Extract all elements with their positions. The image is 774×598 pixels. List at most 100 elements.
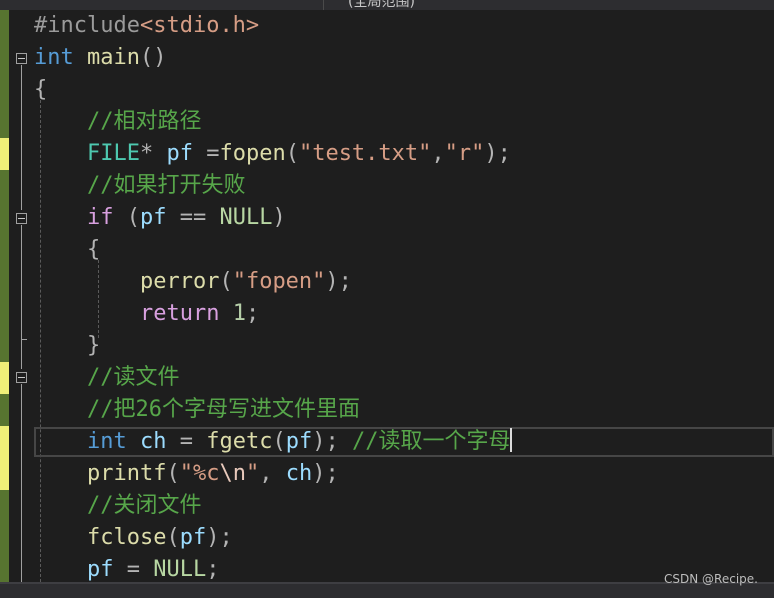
code-line-3[interactable]: { <box>34 74 774 106</box>
change-indicator-saved <box>0 170 9 362</box>
code-line-14[interactable]: int ch = fgetc(pf); //读取一个字母 <box>34 426 774 458</box>
code-token: ch <box>139 429 167 454</box>
scope-dropdown[interactable]: (全局范围) <box>348 0 415 10</box>
code-token: fopen <box>219 141 286 166</box>
code-token: ( <box>166 461 180 486</box>
code-token: perror <box>139 269 220 294</box>
code-token: ); <box>325 269 352 294</box>
code-line-16[interactable]: //关闭文件 <box>34 490 774 522</box>
code-string: "fopen" <box>232 269 326 294</box>
code-token: , <box>259 461 286 486</box>
code-line-13[interactable]: //把26个字母写进文件里面 <box>34 394 774 426</box>
code-line-1[interactable]: #include<stdio.h> <box>34 10 774 42</box>
code-comment: //关闭文件 <box>86 493 202 518</box>
code-token: * <box>139 141 167 166</box>
code-token: = <box>113 557 154 582</box>
code-line-6[interactable]: //如果打开失败 <box>34 170 774 202</box>
code-token: NULL <box>153 557 207 582</box>
collapse-comment-icon[interactable] <box>16 372 27 383</box>
scrollbar-track[interactable] <box>0 582 774 584</box>
code-token: ); <box>484 141 511 166</box>
code-line-8[interactable]: { <box>34 234 774 266</box>
code-token: if <box>86 205 114 230</box>
code-string: "test.txt" <box>298 141 432 166</box>
code-token: <stdio.h> <box>139 13 260 38</box>
code-token: = <box>166 429 207 454</box>
code-line-10[interactable]: return 1; <box>34 298 774 330</box>
code-token: ); <box>312 429 339 454</box>
watermark: CSDN @Recipe. <box>664 572 758 586</box>
code-token: { <box>86 237 101 262</box>
code-token: ( <box>166 525 180 550</box>
change-indicator-saved <box>0 394 9 426</box>
code-token: int <box>34 45 74 70</box>
change-indicator-unsaved <box>0 138 9 170</box>
code-line-5[interactable]: FILE* pf =fopen("test.txt","r"); <box>34 138 774 170</box>
code-token: pf <box>285 429 313 454</box>
code-string: "r" <box>444 141 485 166</box>
code-token: , <box>431 141 445 166</box>
code-line-2[interactable]: int main() <box>34 42 774 74</box>
code-token: ( <box>272 429 286 454</box>
text-caret <box>510 428 513 452</box>
code-token: () <box>139 45 167 70</box>
code-comment: //读取一个字母 <box>351 429 511 454</box>
code-string: " <box>245 461 260 486</box>
code-token: ); <box>312 461 339 486</box>
outline-line <box>21 384 22 582</box>
code-line-17[interactable]: fclose(pf); <box>34 522 774 554</box>
code-line-15[interactable]: printf("%c\n", ch); <box>34 458 774 490</box>
code-string: "%c <box>179 461 220 486</box>
code-token: FILE <box>86 141 140 166</box>
code-line-11[interactable]: } <box>34 330 774 362</box>
code-token: pf <box>139 205 167 230</box>
code-token: NULL <box>219 205 273 230</box>
code-line-7[interactable]: if (pf == NULL) <box>34 202 774 234</box>
collapse-if-icon[interactable] <box>16 213 27 224</box>
code-comment: //如果打开失败 <box>86 173 246 198</box>
code-token: pf <box>166 141 193 166</box>
code-token: ; <box>245 301 260 326</box>
code-token: == <box>166 205 220 230</box>
outline-line <box>21 65 22 210</box>
code-token: { <box>34 77 48 102</box>
outline-line <box>21 340 22 369</box>
code-token: ; <box>206 557 220 582</box>
collapse-main-icon[interactable] <box>16 53 27 64</box>
change-indicator-unsaved <box>0 362 9 394</box>
top-toolbar: (全局范围) <box>0 0 774 10</box>
code-token: int <box>86 429 127 454</box>
code-editor[interactable]: #include<stdio.h> int main() { //相对路径 FI… <box>34 10 774 582</box>
code-line-12[interactable]: //读文件 <box>34 362 774 394</box>
change-indicator-saved <box>0 10 9 138</box>
code-token: main <box>87 45 140 70</box>
code-token: ch <box>285 461 313 486</box>
code-token: fgetc <box>206 429 273 454</box>
code-token: = <box>192 141 220 166</box>
code-token: ); <box>206 525 233 550</box>
code-token: fclose <box>86 525 167 550</box>
code-token: ( <box>285 141 299 166</box>
code-token: } <box>86 333 101 358</box>
code-token: pf <box>179 525 207 550</box>
code-token: #include <box>34 13 140 38</box>
horizontal-scrollbar[interactable] <box>0 582 774 598</box>
code-comment: //读文件 <box>86 365 180 390</box>
code-token: ( <box>219 269 233 294</box>
code-line-9[interactable]: perror("fopen"); <box>34 266 774 298</box>
code-comment: //相对路径 <box>86 109 202 134</box>
editor-gutter <box>0 10 34 582</box>
code-token: ) <box>272 205 286 230</box>
code-token: return <box>139 301 220 326</box>
change-indicator-unsaved <box>0 426 9 490</box>
code-line-4[interactable]: //相对路径 <box>34 106 774 138</box>
code-token: \n <box>219 461 246 486</box>
outline-line <box>21 225 22 339</box>
code-token: 1 <box>232 301 246 326</box>
code-token: printf <box>86 461 167 486</box>
code-token: pf <box>86 557 114 582</box>
code-token: ( <box>113 205 140 230</box>
